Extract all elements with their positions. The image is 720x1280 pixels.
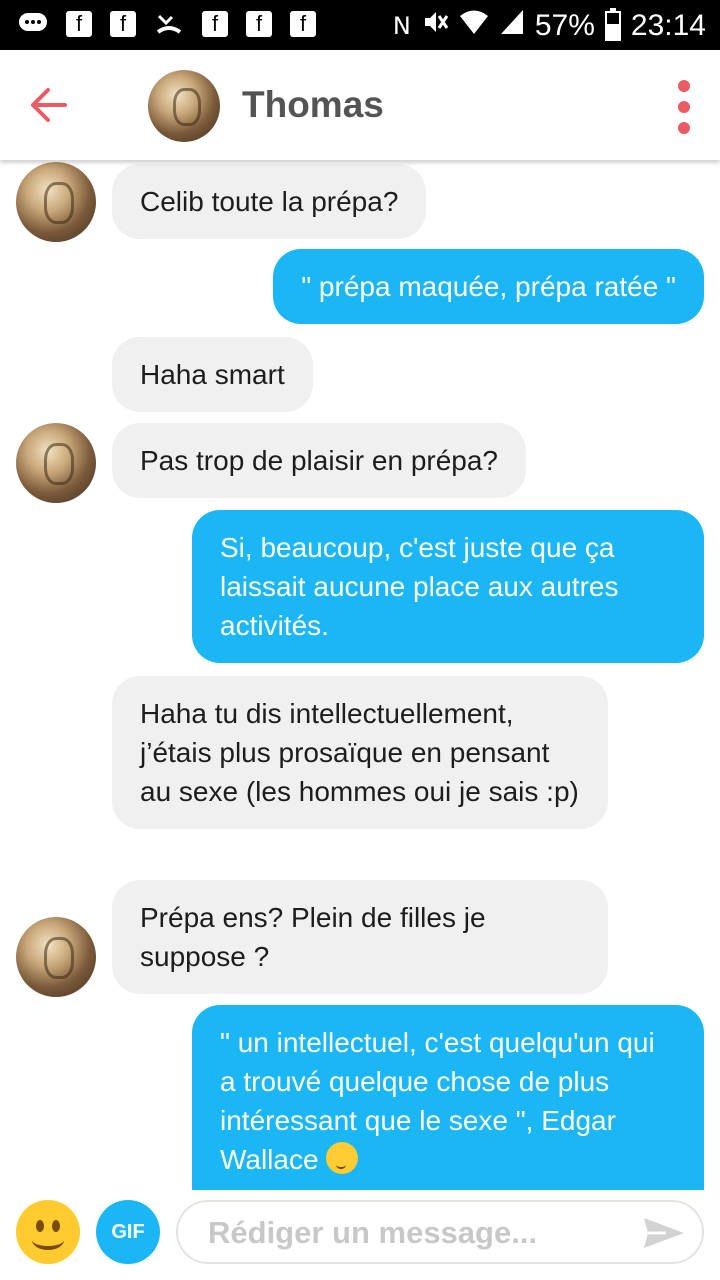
menu-dot: [678, 101, 690, 113]
incoming-message[interactable]: Prépa ens? Plein de filles je suppose ?: [112, 880, 608, 994]
chat-bubble-icon: [18, 10, 48, 38]
facebook-icon: f: [246, 11, 272, 37]
facebook-icon: f: [66, 11, 92, 37]
clock: 23:14: [630, 9, 706, 42]
message-composer: GIF: [0, 1190, 720, 1280]
system-icons: N 57% 23:14: [393, 8, 706, 44]
menu-dot: [678, 122, 690, 134]
outgoing-message[interactable]: Si, beaucoup, c'est juste que ça laissai…: [192, 510, 704, 663]
facebook-icon: f: [110, 11, 136, 37]
send-icon[interactable]: [642, 1216, 686, 1250]
battery-fill: [606, 24, 619, 39]
mute-icon: [421, 8, 449, 44]
menu-dot: [678, 80, 690, 92]
battery-percent: 57%: [534, 9, 595, 42]
nfc-icon: N: [392, 12, 411, 40]
mouth: [32, 1230, 64, 1250]
chat-header: Thomas: [0, 50, 720, 160]
incoming-message[interactable]: Celib toute la prépa?: [112, 164, 427, 239]
contact-name[interactable]: Thomas: [242, 84, 384, 126]
signal-icon: [499, 8, 525, 44]
notification-icons: f f f f f: [18, 10, 316, 38]
incoming-message[interactable]: Haha tu dis intellectuellement, j’étais …: [112, 676, 608, 829]
message-list[interactable]: Celib toute la prépa? " prépa maquée, pr…: [0, 160, 720, 1190]
outgoing-message-text: " un intellectuel, c'est quelqu'un qui a…: [220, 1027, 655, 1175]
sender-avatar[interactable]: [16, 917, 96, 997]
message-input[interactable]: [206, 1208, 630, 1258]
contact-avatar[interactable]: [148, 70, 220, 142]
more-options-icon[interactable]: [674, 80, 694, 134]
back-arrow-icon[interactable]: [28, 82, 70, 128]
outgoing-message[interactable]: " prépa maquée, prépa ratée ": [273, 249, 704, 324]
outgoing-message[interactable]: " un intellectuel, c'est quelqu'un qui a…: [192, 1005, 704, 1190]
sender-avatar[interactable]: [16, 423, 96, 503]
incoming-message[interactable]: Haha smart: [112, 337, 313, 412]
gif-button[interactable]: GIF: [96, 1200, 160, 1264]
battery-icon: [604, 8, 621, 41]
message-input-field[interactable]: [176, 1200, 704, 1264]
facebook-icon: f: [202, 11, 228, 37]
sender-avatar[interactable]: [16, 162, 96, 242]
missed-call-icon: [154, 10, 184, 38]
incoming-message[interactable]: Pas trop de plaisir en prépa?: [112, 423, 526, 498]
wifi-icon: [459, 8, 489, 44]
smiling-face-icon: [326, 1142, 359, 1174]
facebook-icon: f: [290, 11, 316, 37]
status-bar: f f f f f N 57% 23:14: [0, 0, 720, 50]
emoji-smiley-icon[interactable]: [16, 1200, 80, 1264]
